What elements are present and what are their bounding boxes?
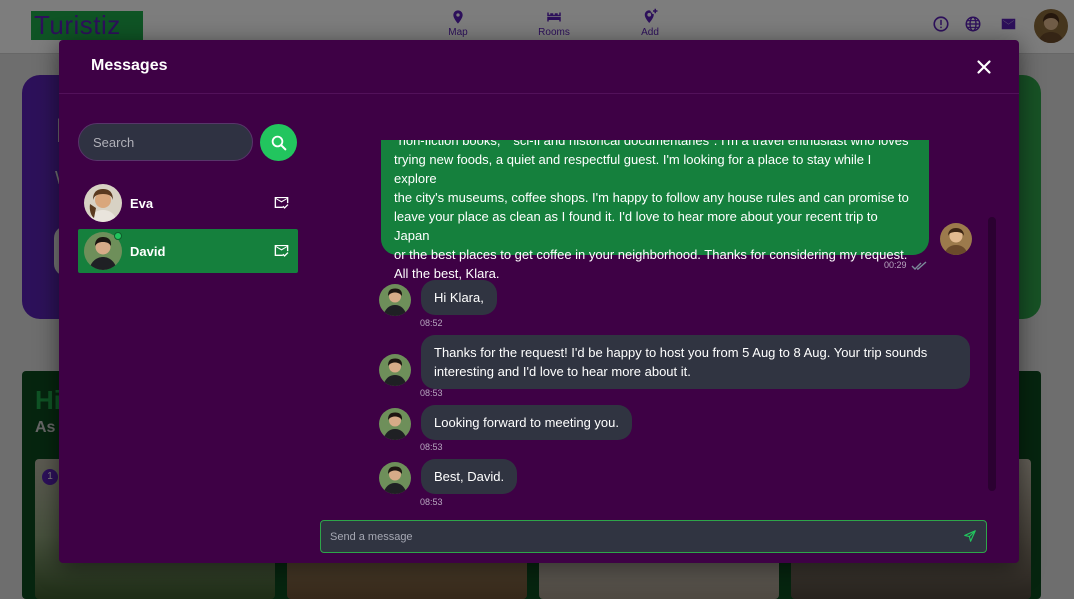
contact-avatar [84, 184, 122, 222]
contact-item-eva[interactable]: Eva [78, 181, 298, 225]
message-timestamp: 08:53 [420, 442, 443, 452]
message-input[interactable] [320, 520, 987, 553]
message-bubble-outgoing: "non-fiction books," "sci-fi and histori… [381, 140, 929, 281]
sender-avatar-david [379, 284, 411, 316]
message-bubble-incoming: Looking forward to meeting you. [421, 405, 632, 440]
message-line: trying new foods, a quiet and respectful… [394, 152, 872, 186]
sender-avatar-david [379, 408, 411, 440]
message-bubble-incoming: Hi Klara, [421, 280, 497, 315]
sender-avatar-klara [940, 223, 972, 255]
message-line: leave your place as clean as I found it.… [394, 209, 878, 243]
contact-name: David [130, 244, 166, 259]
contact-name: Eva [130, 196, 154, 211]
search-button[interactable] [260, 124, 297, 161]
close-icon[interactable] [973, 56, 995, 78]
modal-header: Messages [59, 40, 1019, 94]
message-bubble-incoming: Thanks for the request! I'd be happy to … [421, 335, 970, 389]
message-timestamp: 00:29 [884, 260, 907, 270]
message-line: Best, David. [434, 469, 505, 484]
message-line: or the best places to get coffee in your… [394, 247, 908, 262]
modal-title: Messages [91, 57, 168, 74]
message-bubble-incoming: Best, David. [421, 459, 518, 494]
mail-read-icon [274, 197, 289, 209]
search-input[interactable] [78, 123, 253, 161]
message-line: interesting and I'd love to hear more ab… [434, 364, 691, 379]
search-icon [271, 135, 286, 150]
message-timestamp: 08:53 [420, 497, 443, 507]
message-timestamp: 08:53 [420, 388, 443, 398]
sender-avatar-david [379, 354, 411, 386]
message-line: the city's museums, coffee shops. I'm ha… [394, 190, 909, 205]
message-line: "non-fiction books," "sci-fi and histori… [394, 140, 909, 148]
message-line: Hi Klara, [434, 290, 484, 305]
message-timestamp: 08:52 [420, 318, 443, 328]
mail-read-icon [274, 245, 289, 257]
message-line: Looking forward to meeting you. [434, 415, 619, 430]
contact-item-david[interactable]: David [78, 229, 298, 273]
send-icon[interactable] [963, 529, 977, 543]
message-line: Thanks for the request! I'd be happy to … [434, 345, 928, 360]
chat-thread: "non-fiction books," "sci-fi and histori… [314, 140, 994, 510]
sender-avatar-david [379, 462, 411, 494]
messages-modal: Messages Eva David "non-fiction books," … [59, 40, 1019, 563]
online-status-dot [114, 232, 122, 240]
double-check-icon [911, 261, 927, 270]
